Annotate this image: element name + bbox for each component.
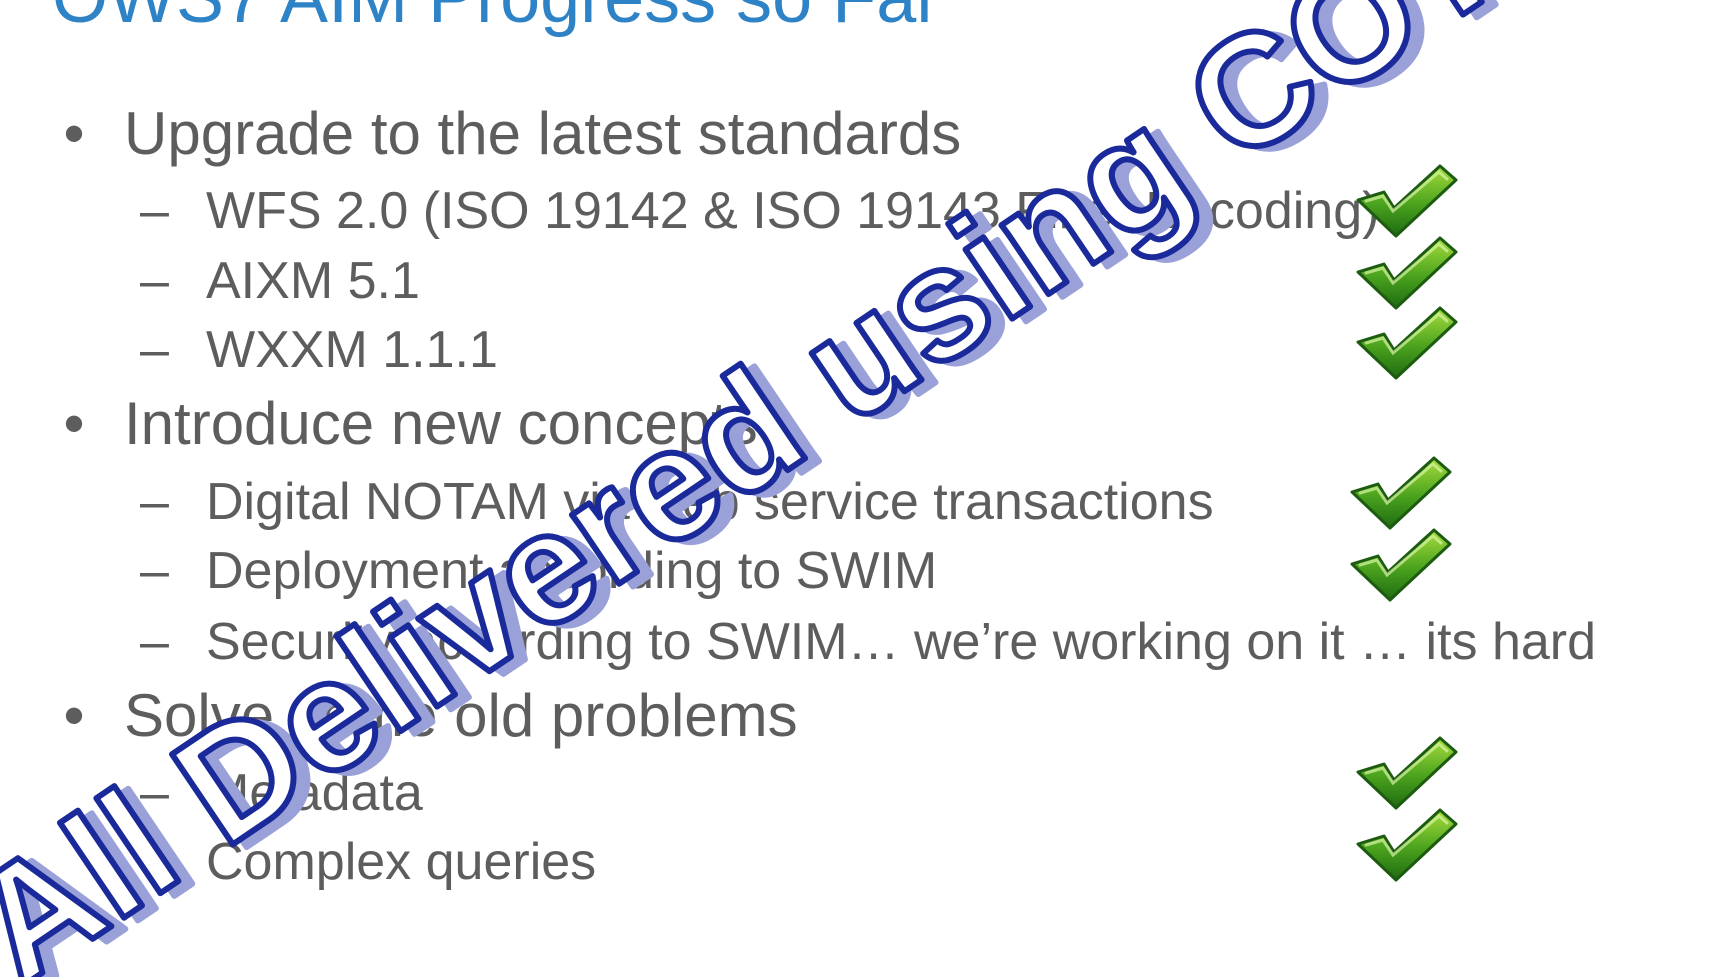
sub-bullet-text: Deployment according to SWIM <box>206 542 938 600</box>
dash-marker: – <box>140 321 169 379</box>
checkmark-icon <box>1352 806 1462 884</box>
checkmark-icon <box>1352 234 1462 312</box>
slide-title: OWS7 AIM Progress so Far <box>52 0 940 34</box>
dash-marker: – <box>140 613 169 671</box>
dash-marker: – <box>140 473 169 531</box>
sub-bullet-text: Metadata <box>206 764 423 822</box>
sub-bullet-text: Security according to SWIM… we’re workin… <box>206 613 1597 671</box>
dash-marker: – <box>140 833 169 891</box>
dash-marker: – <box>140 182 169 240</box>
checkmark-icon <box>1352 162 1462 240</box>
checkmark-icon <box>1352 734 1462 812</box>
sub-bullet-text: WXXM 1.1.1 <box>206 321 498 379</box>
bullet-text: Solve some old problems <box>124 682 798 749</box>
bullet-text: Upgrade to the latest standards <box>124 100 962 167</box>
bullet-text: Introduce new concepts <box>124 390 758 457</box>
checkmark-icon <box>1346 454 1456 532</box>
bullet-marker: • <box>63 100 85 167</box>
sub-bullet-text: WFS 2.0 (ISO 19142 & ISO 19143 Filter En… <box>206 182 1380 240</box>
checkmark-icon <box>1346 526 1456 604</box>
dash-marker: – <box>140 764 169 822</box>
sub-bullet-text: Digital NOTAM via web service transactio… <box>206 473 1214 531</box>
bullet-marker: • <box>63 390 85 457</box>
checkmark-icon <box>1352 304 1462 382</box>
bullet-marker: • <box>63 682 85 749</box>
sub-bullet-text: Complex queries <box>206 833 597 891</box>
dash-marker: – <box>140 542 169 600</box>
dash-marker: – <box>140 252 169 310</box>
sub-bullet-text: AIXM 5.1 <box>206 252 420 310</box>
